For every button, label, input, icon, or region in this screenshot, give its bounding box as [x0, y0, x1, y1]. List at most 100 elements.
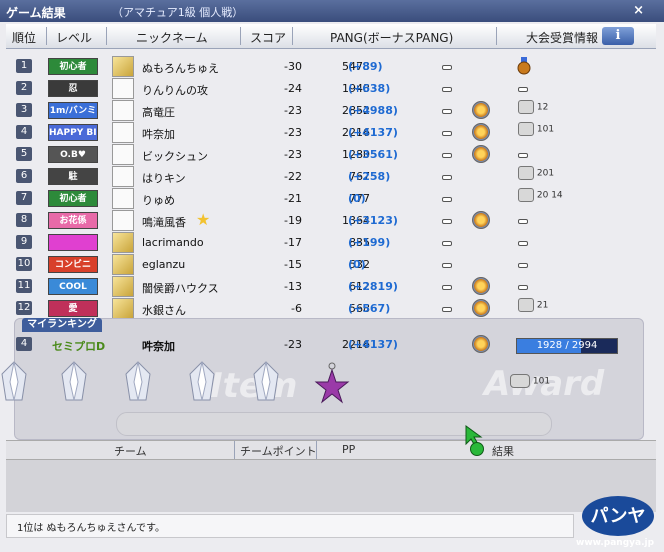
level-badge: HAPPY BIRTHDAY [48, 124, 98, 141]
info-button[interactable]: i [602, 27, 634, 45]
my-ranking-tab[interactable]: マイランキング [22, 318, 102, 332]
game-result-window: ゲーム結果 （アマチュア1級 個人戦） × 順位 レベル ニックネーム スコア … [0, 0, 664, 552]
rank-badge: 12 [16, 301, 32, 315]
header-nickname: ニックネーム [136, 31, 208, 45]
award-count: 21 [536, 300, 549, 311]
award-count: 20 14 [536, 190, 563, 201]
player-bonus-pang: (+3561) [348, 148, 398, 161]
results-header: 順位 レベル ニックネーム スコア PANG(ボーナスPANG) 大会受賞情報 … [6, 24, 656, 49]
team-results-area [6, 460, 656, 512]
bronze-medal-icon [517, 57, 531, 75]
svg-text:パンヤ: パンヤ [591, 506, 646, 527]
result-col: 結果 [492, 445, 514, 458]
team-header: チーム チームポイント PP 結果 [6, 440, 656, 460]
empty-award-icon [518, 153, 528, 158]
player-score: -23 [284, 126, 302, 139]
empty-award-icon [518, 219, 528, 224]
level-badge: 駐 [48, 168, 98, 185]
avatar [112, 166, 134, 187]
exp-progress-bar: 1928 / 2994 [516, 338, 618, 354]
header-divider [316, 441, 317, 459]
empty-slot-icon [442, 263, 452, 268]
trophy-icon [518, 100, 534, 114]
avatar [112, 144, 134, 165]
level-badge: 愛 [48, 300, 98, 317]
rank-badge: 2 [16, 81, 32, 95]
award-count: 12 [536, 102, 549, 113]
rank-badge: 11 [16, 279, 32, 293]
empty-award-icon [518, 241, 528, 246]
window-subtitle: （アマチュア1級 個人戦） [112, 6, 244, 19]
rank-badge: 4 [16, 337, 32, 351]
player-nickname: はりキン [142, 172, 186, 185]
player-score: -23 [284, 148, 302, 161]
empty-slot-icon [442, 109, 452, 114]
player-nickname: 鳴滝風香 [142, 216, 186, 229]
player-bonus-pang: (+567) [348, 302, 391, 315]
result-row: 6 駐はりキン -22 767 (+258) 201 [6, 166, 656, 188]
result-indicator-icon [470, 442, 484, 456]
medal-icon [472, 299, 490, 317]
item-scroll-track[interactable] [116, 412, 552, 436]
site-url: www.pangya.jp [576, 538, 655, 548]
star-charm-icon [314, 362, 350, 404]
header-divider [106, 27, 107, 45]
header-divider [46, 27, 47, 45]
player-score: -22 [284, 170, 302, 183]
level-badge: 忍 [48, 80, 98, 97]
result-row: 2 忍りんりんの攻 -24 1943 (+638) [6, 78, 656, 100]
player-bonus-pang: (0) [348, 258, 366, 271]
result-row: 10 コンビニ eglanzu -15 532 (0) [6, 254, 656, 276]
player-bonus-pang: (0) [348, 192, 366, 205]
player-nickname: 吽奈加 [142, 128, 175, 141]
player-nickname: eglanzu [142, 258, 186, 271]
rank-badge: 3 [16, 103, 32, 117]
award-badge: 12 [518, 100, 548, 114]
medal-icon [472, 101, 490, 119]
player-nickname: 水銀さん [142, 304, 186, 317]
empty-slot-icon [442, 307, 452, 312]
header-divider [292, 27, 293, 45]
empty-slot-icon [442, 131, 452, 136]
player-bonus-pang: (+199) [348, 236, 391, 249]
header-rank: 順位 [12, 31, 37, 45]
award-count: 201 [536, 168, 555, 179]
header-pang: PANG(ボーナスPANG) [330, 31, 454, 45]
result-row: 8 お花係 鳴滝風香 ★ -19 1364 (+3123) [6, 210, 656, 232]
header-divider [240, 27, 241, 45]
player-bonus-pang: (+2819) [348, 280, 398, 293]
avatar [112, 78, 134, 99]
crystal-icon [189, 361, 215, 401]
star-icon: ★ [196, 210, 211, 229]
trophy-icon [518, 122, 534, 136]
trophy-icon [518, 298, 534, 312]
avatar [112, 188, 134, 209]
result-row: 4HAPPY BIRTHDAY吽奈加-232216(+4137) 101 [6, 122, 656, 144]
player-bonus-pang: (+89) [348, 60, 383, 73]
result-row: 3 1m/バンミ 高竜圧 -23 2852 (+4988) 12 [6, 100, 656, 122]
close-icon[interactable]: × [633, 3, 644, 18]
my-nickname: 吽奈加 [142, 340, 175, 353]
player-score: -24 [284, 82, 302, 95]
medal-icon [472, 123, 490, 141]
player-score: -21 [284, 192, 302, 205]
player-score: -13 [284, 280, 302, 293]
award-badge: 201 [518, 166, 554, 180]
player-score: -6 [291, 302, 302, 315]
player-score: -23 [284, 104, 302, 117]
crystal-icon [61, 361, 87, 401]
rank-badge: 1 [16, 59, 32, 73]
empty-slot-icon [442, 153, 452, 158]
player-nickname: lacrimando [142, 236, 204, 249]
level-badge [48, 234, 98, 251]
player-nickname: りんりんの攻 [142, 84, 208, 97]
empty-slot-icon [442, 87, 452, 92]
empty-slot-icon [442, 241, 452, 246]
level-badge: お花係 [48, 212, 98, 229]
empty-slot-icon [442, 197, 452, 202]
team-point-col: チームポイント [240, 445, 317, 458]
level-badge: COOL [48, 278, 98, 295]
empty-award-icon [518, 263, 528, 268]
award-badge: 101 [518, 122, 554, 136]
medal-icon [472, 335, 490, 353]
